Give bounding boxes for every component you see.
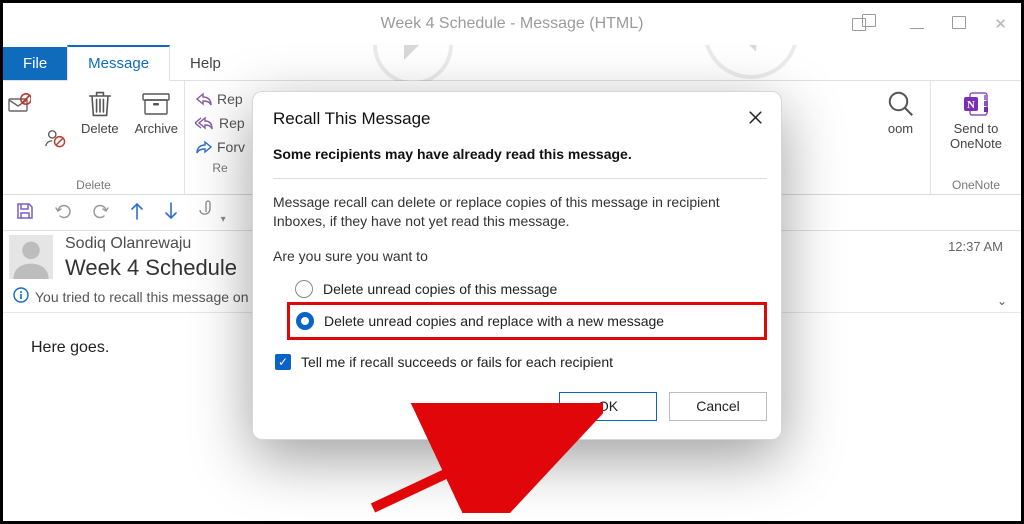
- delete-label: Delete: [81, 121, 119, 136]
- message-time: 12:37 AM: [948, 239, 1003, 254]
- zoom-label: oom: [888, 121, 913, 136]
- previous-item-icon[interactable]: [129, 201, 145, 224]
- archive-icon: [141, 89, 171, 119]
- dialog-prompt: Are you sure you want to: [273, 247, 767, 266]
- dialog-explanation: Message recall can delete or replace cop…: [273, 193, 767, 231]
- radio-icon-selected: [296, 312, 314, 330]
- checkbox-tell-me[interactable]: ✓ Tell me if recall succeeds or fails fo…: [275, 354, 767, 370]
- touch-mode-icon[interactable]: ▾: [197, 200, 226, 225]
- junk-button[interactable]: [37, 119, 73, 210]
- reply-button[interactable]: Rep: [189, 87, 251, 111]
- archive-button[interactable]: Archive: [127, 85, 186, 176]
- redo-icon[interactable]: [91, 201, 111, 224]
- forward-button[interactable]: Forv: [189, 135, 251, 159]
- ribbon-group-zoom: oom: [871, 81, 931, 194]
- dialog-warning: Some recipients may have already read th…: [273, 146, 767, 162]
- minimize-icon[interactable]: [910, 16, 924, 33]
- ribbon-group-respond-label: Re: [195, 159, 245, 175]
- forward-label: Forv: [217, 139, 245, 155]
- radio-delete-copies[interactable]: Delete unread copies of this message: [295, 276, 767, 302]
- next-item-icon[interactable]: [163, 201, 179, 224]
- recall-infobar-text: You tried to recall this message on: [35, 289, 249, 305]
- message-body-text: Here goes.: [31, 339, 109, 356]
- ok-button[interactable]: OK: [559, 392, 657, 421]
- info-icon: [13, 287, 29, 306]
- dialog-divider: [273, 178, 767, 179]
- svg-text:N: N: [967, 99, 975, 111]
- recall-dialog: Recall This Message Some recipients may …: [252, 91, 782, 440]
- radio-replace-copies-label: Delete unread copies and replace with a …: [324, 313, 664, 329]
- ribbon-group-onenote-label: OneNote: [941, 176, 1011, 192]
- dialog-radio-group: Delete unread copies of this message Del…: [273, 276, 767, 340]
- onenote-icon: N: [962, 89, 990, 119]
- dialog-title: Recall This Message: [273, 109, 430, 129]
- annotation-highlight: Delete unread copies and replace with a …: [287, 302, 767, 340]
- ribbon-tabs: File Message Help: [3, 45, 1021, 81]
- reply-icon: [195, 92, 213, 106]
- tab-file[interactable]: File: [3, 47, 67, 80]
- radio-delete-copies-label: Delete unread copies of this message: [323, 281, 557, 297]
- dialog-close-button[interactable]: [744, 106, 767, 132]
- checkbox-icon: ✓: [275, 354, 291, 370]
- cancel-button[interactable]: Cancel: [669, 392, 767, 421]
- reply-all-icon: [195, 116, 215, 130]
- zoom-button[interactable]: oom: [878, 85, 924, 176]
- window-titlebar: Week 4 Schedule - Message (HTML) ✕: [3, 3, 1021, 45]
- archive-label: Archive: [135, 121, 178, 136]
- magnifier-icon: [886, 89, 916, 119]
- delete-button[interactable]: Delete: [73, 85, 127, 176]
- person-block-icon: [44, 123, 66, 153]
- close-icon[interactable]: ✕: [994, 15, 1007, 33]
- reply-label: Rep: [217, 91, 243, 107]
- window-controls: ✕: [852, 3, 1007, 45]
- trash-icon: [86, 89, 114, 119]
- send-to-onenote-button[interactable]: N Send to OneNote: [942, 85, 1010, 176]
- ribbon-group-respond: Rep Rep Forv Re: [185, 81, 255, 194]
- ignore-button[interactable]: [1, 85, 37, 176]
- radio-replace-copies[interactable]: Delete unread copies and replace with a …: [296, 308, 758, 334]
- checkbox-tell-me-label: Tell me if recall succeeds or fails for …: [301, 354, 613, 370]
- reply-all-button[interactable]: Rep: [189, 111, 251, 135]
- ribbon-display-options-icon[interactable]: [852, 18, 882, 31]
- send-to-onenote-label-1: Send to: [954, 121, 999, 136]
- save-icon[interactable]: [15, 201, 35, 224]
- tab-message[interactable]: Message: [67, 45, 170, 81]
- tab-help[interactable]: Help: [170, 47, 241, 80]
- avatar: [9, 235, 53, 279]
- window-title: Week 4 Schedule - Message (HTML): [381, 15, 644, 33]
- send-to-onenote-label-2: OneNote: [950, 136, 1002, 151]
- forward-icon: [195, 140, 213, 154]
- reply-all-label: Rep: [219, 115, 245, 131]
- ribbon-group-delete: Delete Archive Delete: [3, 81, 185, 194]
- close-icon: [748, 110, 763, 125]
- ignore-icon: [7, 89, 31, 119]
- radio-icon: [295, 280, 313, 298]
- ribbon-group-onenote: N Send to OneNote OneNote: [931, 81, 1021, 194]
- maximize-icon[interactable]: [952, 16, 966, 33]
- expand-header-icon[interactable]: ⌄: [997, 294, 1007, 308]
